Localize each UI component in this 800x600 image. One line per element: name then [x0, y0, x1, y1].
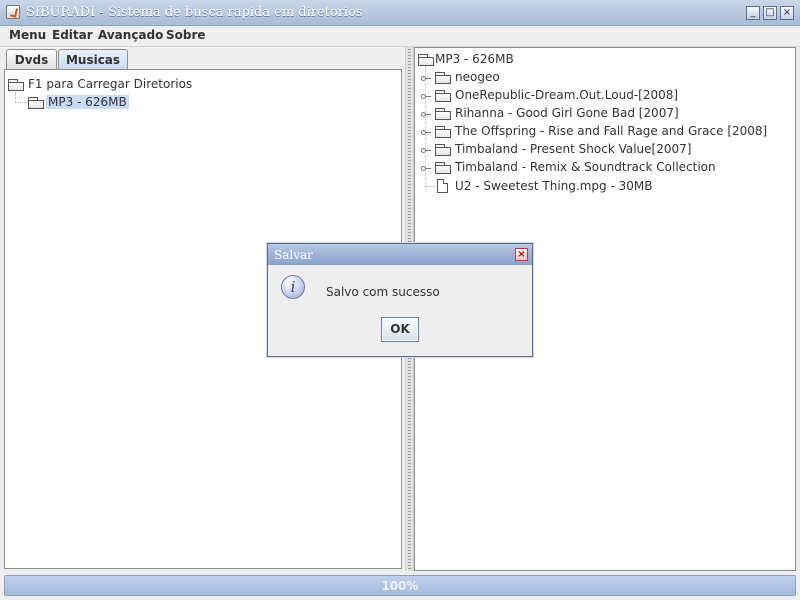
menu-avancado[interactable]: Avançado: [98, 28, 163, 42]
expand-offspring-icon[interactable]: [421, 127, 431, 136]
tree-item-u2-file[interactable]: U2 - Sweetest Thing.mpg - 30MB: [455, 179, 652, 193]
tree-item-timbaland-remix[interactable]: Timbaland - Remix & Soundtrack Collectio…: [455, 160, 716, 174]
window-title: SIBURADI - Sistema de busca rapida em di…: [26, 5, 363, 20]
folder-icon: [435, 144, 451, 156]
menu-menu[interactable]: Menu: [9, 28, 46, 42]
tree-root-label[interactable]: F1 para Carregar Diretorios: [28, 77, 192, 91]
folder-icon: [435, 108, 451, 120]
root-mp3-folder-icon: [418, 54, 434, 66]
menubar: Menu Editar Avançado Sobre: [0, 26, 800, 47]
tree-item-onerepublic[interactable]: OneRepublic-Dream.Out.Loud-[2008]: [455, 88, 678, 102]
dialog-titlebar: Salvar ×: [268, 244, 532, 265]
mp3-folder-icon: [28, 97, 44, 109]
java-app-icon: [6, 5, 20, 19]
tab-dvds[interactable]: Dvds: [6, 49, 57, 69]
folder-icon: [435, 126, 451, 138]
root-folder-icon: [8, 79, 24, 91]
tree-item-neogeo[interactable]: neogeo: [455, 70, 500, 84]
right-tree-root-label[interactable]: MP3 - 626MB: [435, 52, 514, 66]
expand-timbaland-shock-icon[interactable]: [421, 145, 431, 154]
progress-text: 100%: [381, 579, 419, 593]
expand-timbaland-remix-icon[interactable]: [421, 163, 431, 172]
tab-musicas[interactable]: Musicas: [58, 49, 128, 69]
menu-sobre[interactable]: Sobre: [166, 28, 206, 42]
folder-icon: [435, 90, 451, 102]
folder-icon: [435, 162, 451, 174]
file-icon: [437, 179, 448, 193]
folder-icon: [435, 72, 451, 84]
menu-editar[interactable]: Editar: [52, 28, 93, 42]
dialog-close-button[interactable]: ×: [515, 248, 528, 261]
info-icon: i: [281, 275, 305, 299]
salvar-dialog: Salvar × i Salvo com sucesso OK: [267, 243, 533, 357]
ok-button[interactable]: OK: [381, 317, 419, 342]
dialog-title: Salvar: [274, 248, 313, 262]
tree-item-rihanna[interactable]: Rihanna - Good Girl Gone Bad [2007]: [455, 106, 679, 120]
expand-neogeo-icon[interactable]: [421, 73, 431, 82]
tree-item-offspring[interactable]: The Offspring - Rise and Fall Rage and G…: [455, 124, 767, 138]
minimize-button[interactable]: _: [746, 6, 760, 20]
tree-mp3-selected[interactable]: MP3 - 626MB: [46, 95, 129, 109]
close-window-button[interactable]: ×: [780, 6, 794, 20]
maximize-button[interactable]: □: [763, 6, 777, 20]
expand-rihanna-icon[interactable]: [421, 109, 431, 118]
window-titlebar: SIBURADI - Sistema de busca rapida em di…: [0, 0, 800, 26]
tree-item-timbaland-shock[interactable]: Timbaland - Present Shock Value[2007]: [455, 142, 691, 156]
progress-bar: 100%: [4, 575, 796, 596]
dialog-message: Salvo com sucesso: [326, 285, 440, 299]
expand-onerepublic-icon[interactable]: [421, 91, 431, 100]
